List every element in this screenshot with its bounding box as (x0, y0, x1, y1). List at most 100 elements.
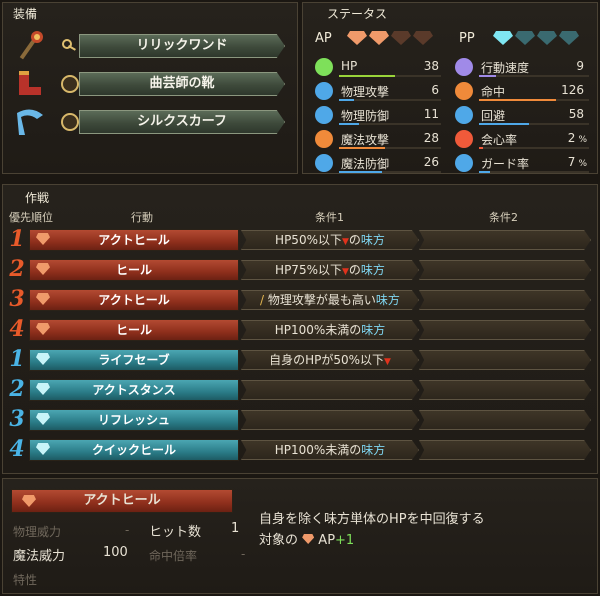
action-button[interactable]: ヒール (29, 259, 239, 281)
tactic-row[interactable]: 3 リフレッシュ (5, 406, 595, 433)
down-arrow-icon: ▼ (341, 237, 349, 247)
stat-value: 58 (568, 107, 584, 121)
col-condition-2: 条件2 (489, 211, 518, 224)
stat-bar (339, 99, 441, 101)
tactic-row[interactable]: 1 アクトヒール HP50%以下▼の味方 (5, 226, 595, 253)
description-line-1: 自身を除く味方単体のHPを中回復する (259, 512, 485, 527)
stat-bar (479, 147, 589, 149)
desc-ap: AP (318, 533, 336, 548)
action-label: ライフセーブ (98, 353, 170, 367)
priority-number: 1 (9, 346, 25, 372)
gem-icon (36, 263, 50, 275)
action-button[interactable]: リフレッシュ (29, 409, 239, 431)
stat-value: 28 (423, 131, 439, 145)
armor-icon (315, 106, 333, 124)
stat-right-0: 行動速度 9 (455, 57, 593, 77)
tactic-row[interactable]: 1 ライフセーブ 自身のHPが50%以下▼ (5, 346, 595, 373)
condition-1-button[interactable] (241, 410, 419, 430)
down-arrow-icon: ▼ (341, 267, 349, 277)
condition-1-button[interactable] (241, 380, 419, 400)
stat-value: 126 (561, 83, 584, 97)
hits-value: 1 (231, 521, 240, 536)
condition-2-button[interactable] (419, 290, 591, 310)
hits-label: ヒット数 (149, 525, 202, 540)
condition-2-button[interactable] (419, 440, 591, 460)
pp-gem-icon (515, 31, 535, 45)
tactic-row[interactable]: 2 ヒール HP75%以下▼の味方 (5, 256, 595, 283)
condition-target: 味方 (360, 233, 385, 247)
action-button[interactable]: クイックヒール (29, 439, 239, 461)
description-line-2: 対象の AP+1 (259, 530, 485, 551)
col-action: 行動 (131, 211, 153, 224)
action-button[interactable]: ヒール (29, 319, 239, 341)
priority-number: 3 (9, 286, 25, 312)
action-description: 自身を除く味方単体のHPを中回復する 対象の AP+1 (259, 509, 485, 551)
condition-2-button[interactable] (419, 410, 591, 430)
stat-bar (339, 123, 441, 125)
condition-target: 味方 (375, 293, 400, 307)
stat-label: HP (341, 59, 358, 73)
condition-1-button[interactable]: HP75%以下▼の味方 (241, 260, 419, 280)
condition-2-button[interactable] (419, 230, 591, 250)
action-button[interactable]: アクトヒール (29, 229, 239, 251)
equipment-title: 装備 (13, 7, 38, 21)
ap-gem-icon (391, 31, 411, 45)
mag-power-value: 100 (103, 545, 128, 560)
equip-slot-accessory[interactable]: シルクスカーフ (13, 105, 293, 139)
condition-1-button[interactable]: HP100%未満の味方 (241, 320, 419, 340)
action-button[interactable]: アクトスタンス (29, 379, 239, 401)
hit-mult-label: 命中倍率 (149, 549, 198, 563)
wand-icon (315, 130, 333, 148)
robe-icon (315, 154, 333, 172)
condition-target: 味方 (360, 263, 385, 277)
tactic-row[interactable]: 4 ヒール HP100%未満の味方 (5, 316, 595, 343)
phys-power-label: 物理威力 (13, 525, 62, 539)
condition-target: 味方 (361, 323, 386, 337)
priority-number: 2 (9, 376, 25, 402)
action-label: リフレッシュ (97, 413, 170, 427)
ring-type-icon (61, 113, 79, 131)
condition-text: HP50%以下 (275, 233, 342, 247)
equip-weapon-name[interactable]: リリックワンド (79, 34, 285, 58)
condition-1-button[interactable]: HP100%未満の味方 (241, 440, 419, 460)
condition-2-button[interactable] (419, 260, 591, 280)
equip-slot-feet[interactable]: 曲芸師の靴 (13, 67, 293, 101)
action-button[interactable]: アクトヒール (29, 289, 239, 311)
condition-2-button[interactable] (419, 350, 591, 370)
stat-bar (479, 171, 589, 173)
stat-label: 回避 (481, 109, 506, 123)
condition-particle: の (348, 263, 361, 277)
condition-1-button[interactable]: HP50%以下▼の味方 (241, 230, 419, 250)
stat-label: 魔法攻撃 (341, 133, 390, 147)
stat-value: 7% (567, 155, 587, 169)
equip-slot-weapon[interactable]: リリックワンド (13, 29, 293, 63)
action-label: ヒール (115, 323, 152, 337)
ap-gauge (347, 31, 433, 45)
col-condition-1: 条件1 (315, 211, 344, 224)
condition-2-button[interactable] (419, 320, 591, 340)
stat-right-4: ガード率 7% (455, 153, 593, 173)
stat-left-3: 魔法攻撃 28 (315, 129, 445, 149)
condition-1-button[interactable]: 自身のHPが50%以下▼ (241, 350, 419, 370)
action-button[interactable]: ライフセーブ (29, 349, 239, 371)
tactic-row[interactable]: 2 アクトスタンス (5, 376, 595, 403)
priority-number: 4 (9, 316, 25, 342)
equip-accessory-name[interactable]: シルクスカーフ (79, 110, 285, 134)
tactic-row[interactable]: 3 アクトヒール / 物理攻撃が最も高い味方 (5, 286, 595, 313)
stat-left-0: HP 38 (315, 57, 445, 77)
tactic-row[interactable]: 4 クイックヒール HP100%未満の味方 (5, 436, 595, 463)
stat-value: 6 (431, 83, 439, 97)
stat-label: 行動速度 (481, 61, 530, 75)
stat-label: 会心率 (481, 133, 518, 147)
equip-feet-name[interactable]: 曲芸師の靴 (79, 72, 285, 96)
stat-bar (479, 75, 589, 77)
selected-action-name: アクトヒール (83, 493, 161, 508)
stat-bar (339, 171, 441, 173)
evade-icon (455, 106, 473, 124)
condition-2-button[interactable] (419, 380, 591, 400)
speed-icon (455, 58, 473, 76)
target-icon (455, 82, 473, 100)
condition-1-button[interactable]: / 物理攻撃が最も高い味方 (241, 290, 419, 310)
stat-bar (479, 123, 589, 125)
condition-text: 物理攻撃が最も高い (264, 293, 376, 307)
